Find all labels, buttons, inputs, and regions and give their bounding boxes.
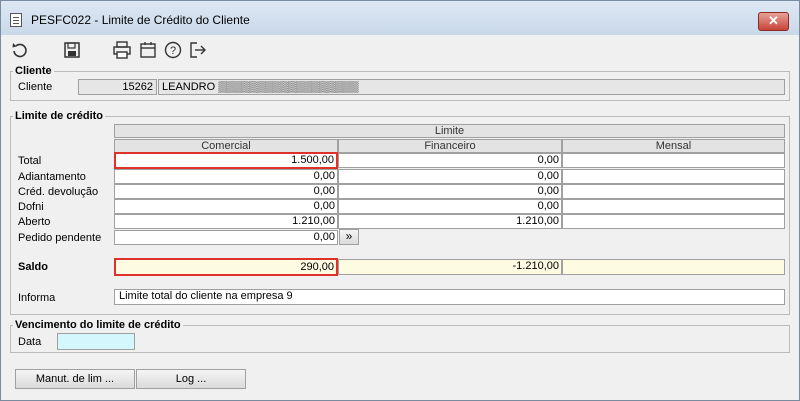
column-header-financeiro: Financeiro	[338, 139, 562, 153]
title-bar: PESFC022 - Limite de Crédito do Cliente …	[1, 1, 799, 35]
data-label: Data	[18, 336, 42, 348]
cliente-legend: Cliente	[15, 65, 52, 77]
cred-devolucao-comercial-field: 0,00	[114, 184, 338, 199]
adiantamento-financeiro-field: 0,00	[338, 169, 562, 184]
cliente-code-field: 15262	[78, 79, 157, 95]
row-label-total: Total	[18, 155, 42, 167]
pedido-details-button[interactable]: »	[339, 229, 359, 245]
vencimento-legend: Vencimento do limite de crédito	[15, 319, 181, 331]
total-financeiro-field[interactable]: 0,00	[338, 153, 562, 168]
row-label-cred-devolucao: Créd. devolução	[18, 186, 99, 198]
manut-lim-button[interactable]: Manut. de lim ...	[15, 369, 135, 389]
row-label-dofni: Dofni	[18, 201, 44, 213]
refresh-icon[interactable]	[10, 40, 30, 60]
adiantamento-comercial-field: 0,00	[114, 169, 338, 184]
svg-text:?: ?	[170, 45, 176, 57]
dofni-comercial-field: 0,00	[114, 199, 338, 214]
limite-group-header: Limite	[114, 124, 785, 138]
cliente-name-field: LEANDRO ▒▒▒▒▒▒▒▒▒▒▒▒▒▒▒▒▒▒	[158, 79, 785, 95]
saldo-mensal-field	[562, 259, 785, 275]
save-icon[interactable]	[62, 40, 82, 60]
close-button[interactable]: ✕	[758, 12, 789, 31]
adiantamento-mensal-field	[562, 169, 785, 184]
print-icon[interactable]	[112, 40, 132, 60]
total-comercial-field[interactable]: 1.500,00	[114, 152, 338, 169]
log-button[interactable]: Log ...	[136, 369, 246, 389]
saldo-financeiro-field: -1.210,00	[338, 259, 562, 275]
saldo-label: Saldo	[18, 261, 48, 273]
cred-devolucao-financeiro-field: 0,00	[338, 184, 562, 199]
app-window: PESFC022 - Limite de Crédito do Cliente …	[0, 0, 800, 401]
pedido-pendente-field: 0,00	[114, 230, 338, 245]
calendar-icon[interactable]	[138, 40, 158, 60]
window-title: PESFC022 - Limite de Crédito do Cliente	[31, 13, 250, 27]
row-label-adiantamento: Adiantamento	[18, 171, 86, 183]
column-header-mensal: Mensal	[562, 139, 785, 153]
aberto-financeiro-field: 1.210,00	[338, 214, 562, 229]
cred-devolucao-mensal-field	[562, 184, 785, 199]
aberto-comercial-field: 1.210,00	[114, 214, 338, 229]
cliente-label: Cliente	[18, 81, 53, 93]
data-vencimento-input[interactable]	[57, 333, 135, 350]
aberto-mensal-field	[562, 214, 785, 229]
exit-icon[interactable]	[188, 40, 208, 60]
saldo-comercial-field: 290,00	[114, 258, 338, 276]
dofni-financeiro-field: 0,00	[338, 199, 562, 214]
help-icon[interactable]: ?	[163, 40, 183, 60]
informa-label: Informa	[18, 292, 56, 304]
row-label-pedido-pendente: Pedido pendente	[18, 232, 102, 244]
dofni-mensal-field	[562, 199, 785, 214]
informa-field: Limite total do cliente na empresa 9	[114, 289, 785, 305]
row-label-aberto: Aberto	[18, 216, 51, 228]
total-mensal-field[interactable]	[562, 153, 785, 168]
window-icon	[10, 13, 22, 27]
column-header-comercial: Comercial	[114, 139, 338, 153]
limite-legend: Limite de crédito	[15, 110, 104, 122]
